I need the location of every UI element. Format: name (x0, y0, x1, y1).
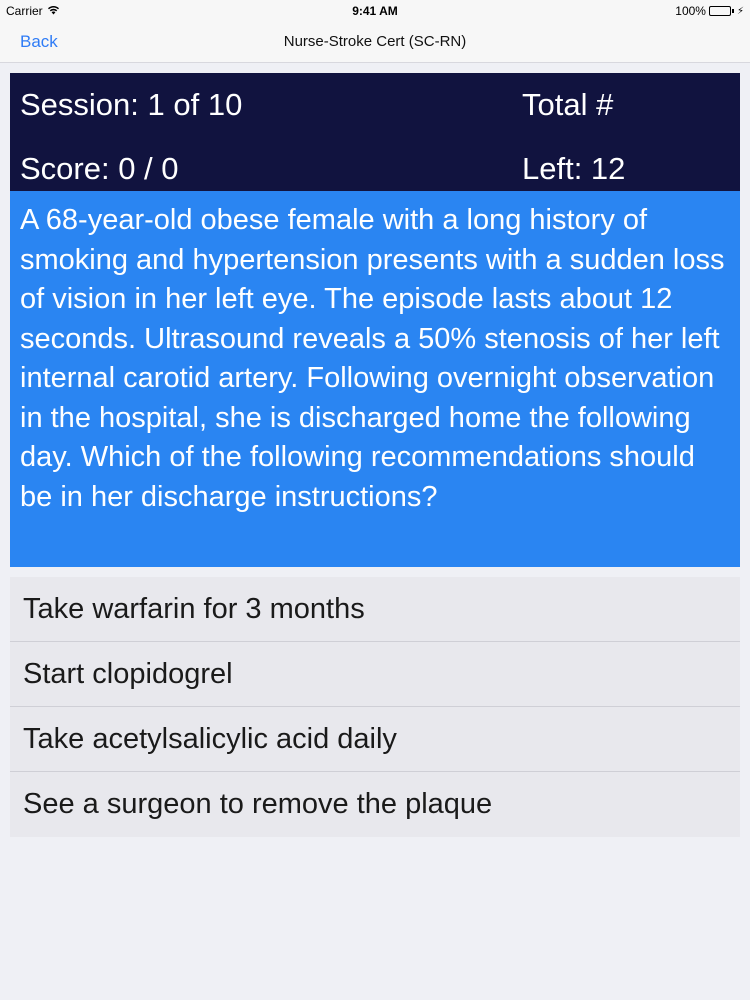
answer-list: Take warfarin for 3 months Start clopido… (10, 577, 740, 837)
answer-option-2[interactable]: Start clopidogrel (10, 642, 740, 707)
charging-icon: ⚡ (736, 5, 744, 17)
status-bar: Carrier 9:41 AM 100% ⚡ (0, 0, 750, 22)
score-label: Score: 0 / 0 (20, 151, 179, 186)
session-label: Session: 1 of 10 (20, 87, 243, 122)
battery-icon (708, 6, 731, 16)
battery-percent: 100% (675, 4, 706, 18)
navigation-bar: Back Nurse-Stroke Cert (SC-RN) (0, 22, 750, 63)
battery-cap (731, 9, 734, 13)
left-count-label: Left: 12 (522, 151, 626, 186)
answer-option-3[interactable]: Take acetylsalicylic acid daily (10, 707, 740, 772)
session-header: Session: 1 of 10 Total # Score: 0 / 0 Le… (10, 73, 740, 191)
answer-option-4[interactable]: See a surgeon to remove the plaque (10, 772, 740, 837)
question-panel: A 68-year-old obese female with a long h… (10, 191, 740, 567)
question-text: A 68-year-old obese female with a long h… (20, 204, 725, 513)
total-label: Total # (522, 87, 614, 122)
status-time: 9:41 AM (352, 4, 398, 18)
nav-title: Nurse-Stroke Cert (SC-RN) (283, 33, 467, 50)
answer-option-1[interactable]: Take warfarin for 3 months (10, 577, 740, 642)
status-right: 100% ⚡ (675, 4, 744, 18)
